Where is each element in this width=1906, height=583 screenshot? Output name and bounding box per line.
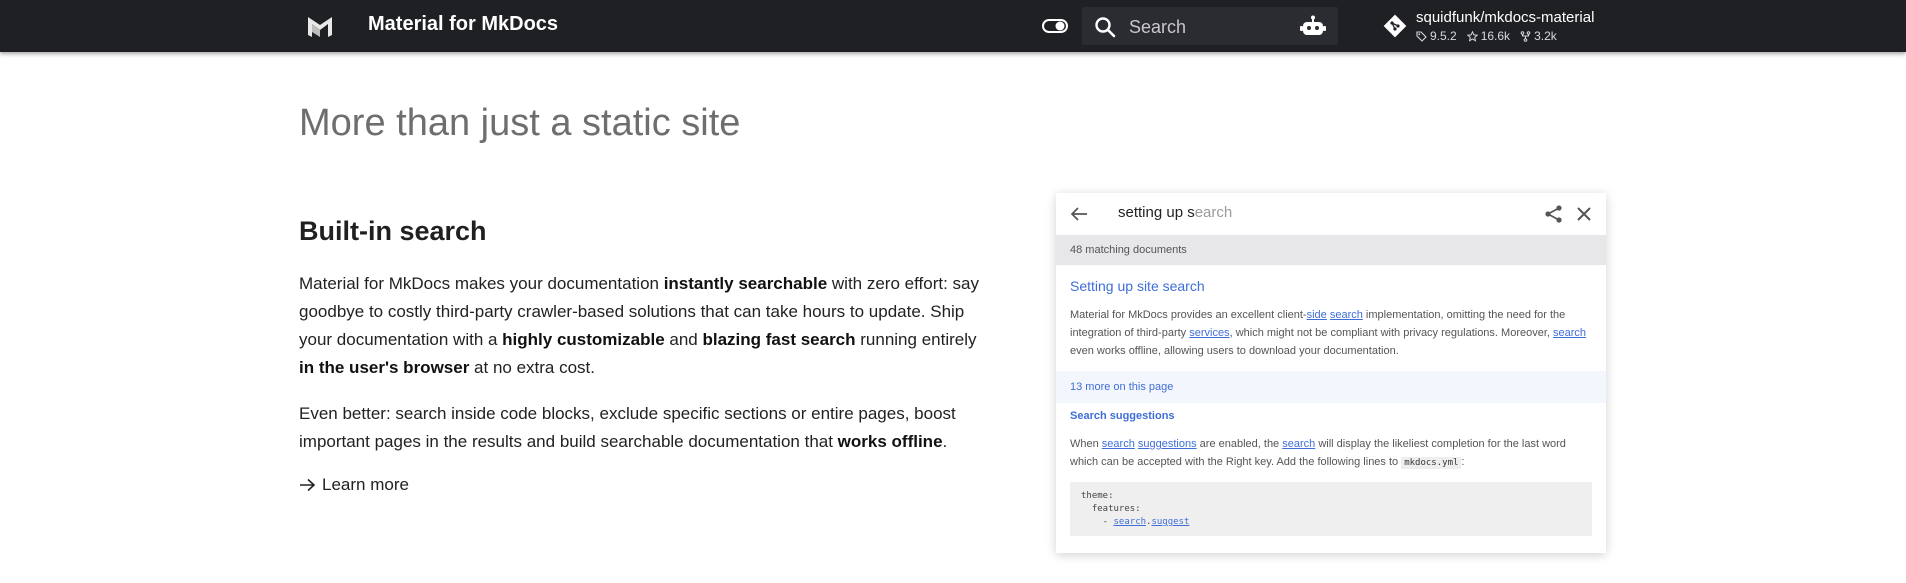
learn-more-label: Learn more [322,475,409,494]
top-header: Material for MkDocs Search squidfunk/mkd… [0,0,1906,52]
r2-text-4: : [1461,456,1465,468]
r1-text-3: , which might not be compliant with priv… [1229,327,1554,339]
site-title[interactable]: Material for MkDocs [368,13,558,36]
code-line-3-prefix: - [1081,517,1114,527]
code-line-3-part-b: suggest [1151,517,1190,527]
query-suggestion: earch [1194,204,1233,221]
repo-stars: 16.6k [1466,29,1511,43]
feature-title: Built-in search [299,216,487,246]
close-icon[interactable] [1575,205,1593,223]
search-preview-card: setting up search 48 matching documents … [1056,193,1606,553]
section-title: More than just a static site [299,102,741,144]
p1-text-5: at no extra cost. [469,358,596,377]
git-icon [1383,14,1407,38]
repo-name: squidfunk/mkdocs-material [1416,9,1595,26]
r1-text-1: Material for MkDocs provides an excellen… [1070,309,1307,321]
repo-facts: 9.5.2 16.6k 3.2k [1416,29,1557,43]
repository-link[interactable]: squidfunk/mkdocs-material 9.5.2 16.6k 3.… [1380,8,1610,44]
learn-more-link[interactable]: Learn more [299,475,409,495]
p2-text-2: . [942,432,948,451]
fork-icon [1520,30,1531,42]
r2-highlight-3: search [1282,438,1316,450]
query-typed: setting up s [1118,204,1195,221]
code-line-2: features: [1081,504,1141,514]
code-line-1: theme: [1081,491,1114,501]
palette-toggle-icon[interactable] [1042,16,1068,36]
r1-highlight-4: search [1553,327,1587,339]
search-result-excerpt: Material for MkDocs provides an excellen… [1070,306,1590,360]
material-logo-icon[interactable] [306,13,334,39]
repo-forks: 3.2k [1520,29,1557,43]
code-line-3-part-a: search [1113,517,1147,527]
r2-text-2: are enabled, the [1196,438,1283,450]
r1-highlight-3: services [1189,327,1230,339]
search-placeholder: Search [1129,17,1187,37]
r2-highlight-2: suggestions [1137,438,1197,450]
r2-highlight-1: search [1101,438,1135,450]
search-result-count: 48 matching documents [1056,235,1606,265]
search-icon [1095,17,1116,38]
tag-icon [1416,30,1427,42]
more-on-page-link[interactable]: 13 more on this page [1056,371,1606,403]
p1-bold-2: highly customizable [502,330,665,349]
repo-forks-value: 3.2k [1534,29,1557,43]
search-result-title[interactable]: Setting up site search [1070,278,1205,294]
feature-paragraph-2: Even better: search inside code blocks, … [299,400,989,456]
repo-stars-value: 16.6k [1480,29,1511,43]
feature-paragraph-1: Material for MkDocs makes your documenta… [299,270,989,382]
search-result-excerpt: When search suggestions are enabled, the… [1070,435,1590,472]
repo-version: 9.5.2 [1416,29,1457,43]
r2-text-1: When [1070,438,1102,450]
arrow-left-icon[interactable] [1070,205,1088,223]
share-icon[interactable] [1544,204,1564,224]
r1-text-4: even works offline, allowing users to do… [1070,345,1399,357]
arrow-right-icon [300,478,316,492]
p1-text-3: and [664,330,703,349]
star-icon [1466,30,1478,42]
search-preview-query[interactable]: setting up search [1118,204,1232,221]
search-result-title[interactable]: Search suggestions [1070,410,1175,422]
p2-bold-1: works offline [837,432,943,451]
r1-highlight-2: search [1329,309,1363,321]
repo-version-value: 9.5.2 [1430,29,1457,43]
code-block: theme: features: - search.suggest [1070,482,1592,536]
inline-code: mkdocs.yml [1401,457,1462,469]
search-input[interactable]: Search [1082,7,1338,45]
p1-bold-3: blazing fast search [702,330,856,349]
search-preview-bar: setting up search [1056,193,1606,235]
robot-icon[interactable] [1300,15,1326,37]
p1-bold-4: in the user's browser [299,358,470,377]
p1-text-1: Material for MkDocs makes your documenta… [299,274,664,293]
p1-text-4: running entirely [855,330,977,349]
p1-bold-1: instantly searchable [663,274,828,293]
r1-highlight-1: side [1306,309,1327,321]
